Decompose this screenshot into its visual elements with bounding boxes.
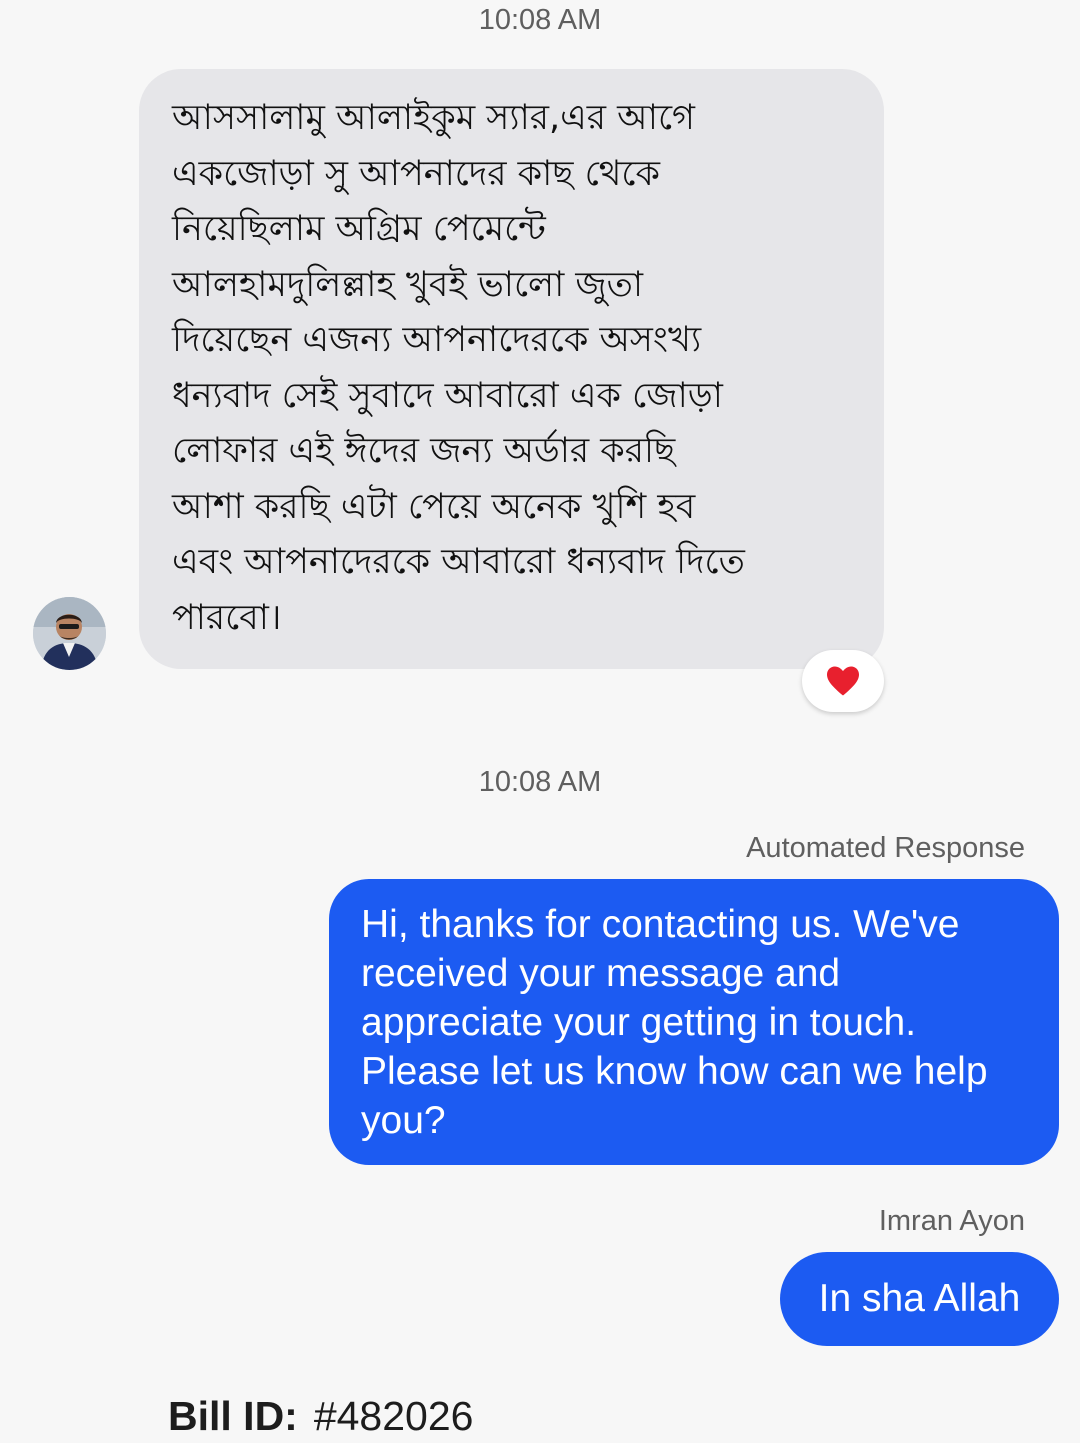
profile-photo-icon xyxy=(33,597,106,670)
bill-id: Bill ID: #482026 xyxy=(168,1393,473,1440)
sender-label-imran: Imran Ayon xyxy=(878,1205,1025,1237)
timestamp: 10:08 AM xyxy=(478,4,602,36)
bill-id-label: Bill ID: xyxy=(168,1393,298,1439)
timestamp: 10:08 AM xyxy=(478,766,602,798)
outgoing-message-bubble[interactable]: Hi, thanks for contacting us. We've rece… xyxy=(329,879,1059,1165)
bill-id-value: #482026 xyxy=(313,1393,474,1439)
incoming-message-bubble[interactable]: আসসালামু আলাইকুম স্যার,এর আগে একজোড়া সু… xyxy=(139,69,884,669)
reaction-badge[interactable] xyxy=(802,650,884,712)
heart-icon xyxy=(827,666,859,696)
avatar[interactable] xyxy=(33,597,106,670)
sender-label-automated: Automated Response xyxy=(746,832,1025,864)
outgoing-message-bubble[interactable]: In sha Allah xyxy=(780,1252,1059,1346)
